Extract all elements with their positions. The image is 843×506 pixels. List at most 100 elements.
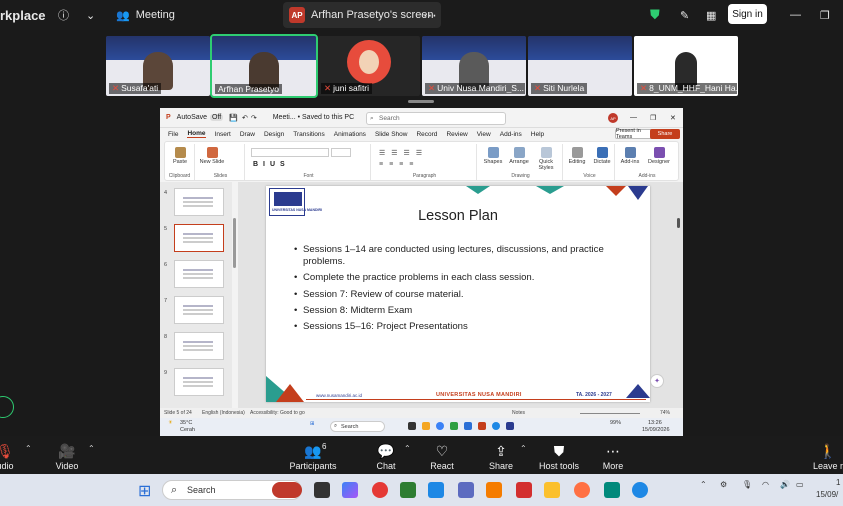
- add-ins-button[interactable]: Add-ins: [617, 147, 643, 165]
- taskbar-app-icon[interactable]: [450, 422, 458, 430]
- browser-app-icon[interactable]: [604, 482, 620, 498]
- save-icon[interactable]: 💾: [229, 114, 238, 122]
- firefox-icon[interactable]: [574, 482, 590, 498]
- user-avatar[interactable]: AP: [608, 113, 618, 123]
- tray-microphone-icon[interactable]: 🎙: [742, 480, 752, 489]
- copilot-app-icon[interactable]: [342, 482, 358, 498]
- zoom-slider[interactable]: [580, 413, 640, 414]
- taskbar-app-icon[interactable]: [464, 422, 472, 430]
- tab-slide-show[interactable]: Slide Show: [375, 131, 408, 138]
- file-explorer-icon[interactable]: [544, 482, 560, 498]
- meet-app-icon[interactable]: [400, 482, 416, 498]
- minimize-icon[interactable]: —: [790, 0, 801, 30]
- redo-icon[interactable]: ↷: [251, 114, 257, 122]
- leave-room-button[interactable]: 🚶 Leave r: [803, 436, 843, 474]
- tab-design[interactable]: Design: [264, 131, 284, 138]
- restore-window-icon[interactable]: ❐: [650, 114, 656, 122]
- windows-start-icon[interactable]: ⊞: [138, 481, 151, 501]
- restore-window-icon[interactable]: ❐: [820, 0, 830, 30]
- close-icon[interactable]: ✕: [670, 114, 676, 122]
- tab-file[interactable]: File: [168, 131, 178, 138]
- tab-animations[interactable]: Animations: [334, 131, 366, 138]
- paste-button[interactable]: Paste: [169, 147, 191, 165]
- tab-add-ins[interactable]: Add-ins: [500, 131, 522, 138]
- xampp-icon[interactable]: [486, 482, 502, 498]
- task-view-icon[interactable]: [314, 482, 330, 498]
- accessibility-status[interactable]: Accessibility: Good to go: [250, 410, 305, 416]
- taskbar-app-icon[interactable]: [506, 422, 514, 430]
- strip-resize-handle[interactable]: [408, 100, 434, 103]
- volume-icon[interactable]: 🔊: [780, 480, 790, 489]
- tab-view[interactable]: View: [477, 131, 491, 138]
- designer-button[interactable]: Designer: [645, 147, 673, 165]
- slide-thumbnail[interactable]: 4: [164, 188, 228, 216]
- tab-transitions[interactable]: Transitions: [293, 131, 325, 138]
- mini-search-box[interactable]: ⌕ Search: [330, 421, 385, 432]
- language-indicator[interactable]: English (Indonesia): [202, 410, 245, 416]
- shared-screen-tab[interactable]: AP Arfhan Prasetyo's screen ⋯: [283, 2, 441, 28]
- dictate-button[interactable]: Dictate: [590, 147, 614, 165]
- tab-draw[interactable]: Draw: [240, 131, 255, 138]
- taskbar-app-icon[interactable]: [478, 422, 486, 430]
- tab-review[interactable]: Review: [446, 131, 467, 138]
- new-slide-button[interactable]: New Slide: [199, 147, 225, 165]
- participants-button[interactable]: 👥 6 Participants: [278, 436, 348, 474]
- more-button[interactable]: ⋯ More: [578, 436, 648, 474]
- security-shield-icon[interactable]: ⛊: [650, 0, 660, 30]
- tray-app-icon[interactable]: ⚙: [720, 480, 727, 489]
- video-button[interactable]: 🎥 Video: [32, 436, 102, 474]
- taskbar-app-icon[interactable]: [408, 422, 416, 430]
- tab-record[interactable]: Record: [416, 131, 437, 138]
- participant-tile[interactable]: ✕ Susafa'ati: [106, 36, 210, 96]
- slide-thumbnail[interactable]: 6: [164, 260, 228, 288]
- taskbar-app-icon[interactable]: [422, 422, 430, 430]
- more-options-icon[interactable]: ⋯: [423, 2, 437, 28]
- font-size-select[interactable]: [331, 148, 351, 157]
- slide-thumbnail-selected[interactable]: 5: [164, 224, 228, 252]
- participant-tile[interactable]: ✕ 8_UNM_HHF_Hani Ha...: [634, 36, 738, 96]
- thumbnail-scrollbar[interactable]: [233, 218, 236, 268]
- meeting-menu[interactable]: 👥 Meeting: [116, 0, 175, 30]
- notes-button[interactable]: Notes: [512, 410, 525, 416]
- slide-thumbnail[interactable]: 9: [164, 368, 228, 396]
- tab-help[interactable]: Help: [531, 131, 544, 138]
- participant-tile-active-speaker[interactable]: Arfhan Prasetyo: [210, 34, 318, 98]
- tray-chevron-icon[interactable]: ⌃: [700, 480, 707, 489]
- vscode-icon[interactable]: [428, 482, 444, 498]
- tab-home[interactable]: Home: [187, 130, 206, 138]
- participant-tile[interactable]: ✕ Univ Nusa Mandiri_S...: [422, 36, 526, 96]
- undo-icon[interactable]: ↶: [242, 114, 248, 122]
- side-widget-icon[interactable]: [0, 396, 14, 418]
- powerpoint-search-box[interactable]: ⌕ Search: [366, 112, 506, 125]
- video-options-caret[interactable]: ⌃: [88, 444, 95, 453]
- list-buttons[interactable]: ☰☰☰☰: [379, 149, 428, 157]
- file-title[interactable]: Meeti... • Saved to this PC: [273, 114, 354, 121]
- share-button[interactable]: Share: [650, 129, 680, 139]
- font-name-select[interactable]: [251, 148, 329, 157]
- battery-icon[interactable]: ▭: [796, 480, 804, 489]
- search-highlight-image[interactable]: [272, 482, 302, 498]
- audio-options-caret[interactable]: ⌃: [25, 444, 32, 453]
- slide-thumbnail[interactable]: 8: [164, 332, 228, 360]
- taskbar-app-icon[interactable]: [492, 422, 500, 430]
- font-format-buttons[interactable]: BIUS: [253, 161, 290, 168]
- taskbar-app-icon[interactable]: [436, 422, 444, 430]
- opera-browser-icon[interactable]: [372, 482, 388, 498]
- participant-tile[interactable]: ✕ juni safitri: [318, 36, 420, 96]
- participant-tile[interactable]: ✕ Siti Nurlela: [528, 36, 632, 96]
- zoom-app-icon[interactable]: [632, 482, 648, 498]
- editing-button[interactable]: Editing: [565, 147, 589, 165]
- editor-scrollbar[interactable]: [677, 218, 680, 228]
- arrange-button[interactable]: Arrange: [507, 147, 531, 165]
- wps-office-icon[interactable]: [516, 482, 532, 498]
- copilot-icon[interactable]: ✦: [650, 374, 664, 388]
- quick-styles-button[interactable]: Quick Styles: [533, 147, 559, 171]
- wifi-icon[interactable]: ◠: [762, 480, 769, 489]
- grid-view-icon[interactable]: ▦: [706, 0, 716, 30]
- align-buttons[interactable]: ≡≡≡≡: [379, 161, 419, 168]
- sign-in-button[interactable]: Sign in: [728, 4, 767, 24]
- slide-thumbnail[interactable]: 7: [164, 296, 228, 324]
- start-icon[interactable]: ⊞: [310, 421, 315, 427]
- minimize-icon[interactable]: —: [630, 114, 637, 121]
- annotate-pen-icon[interactable]: ✎: [680, 0, 689, 30]
